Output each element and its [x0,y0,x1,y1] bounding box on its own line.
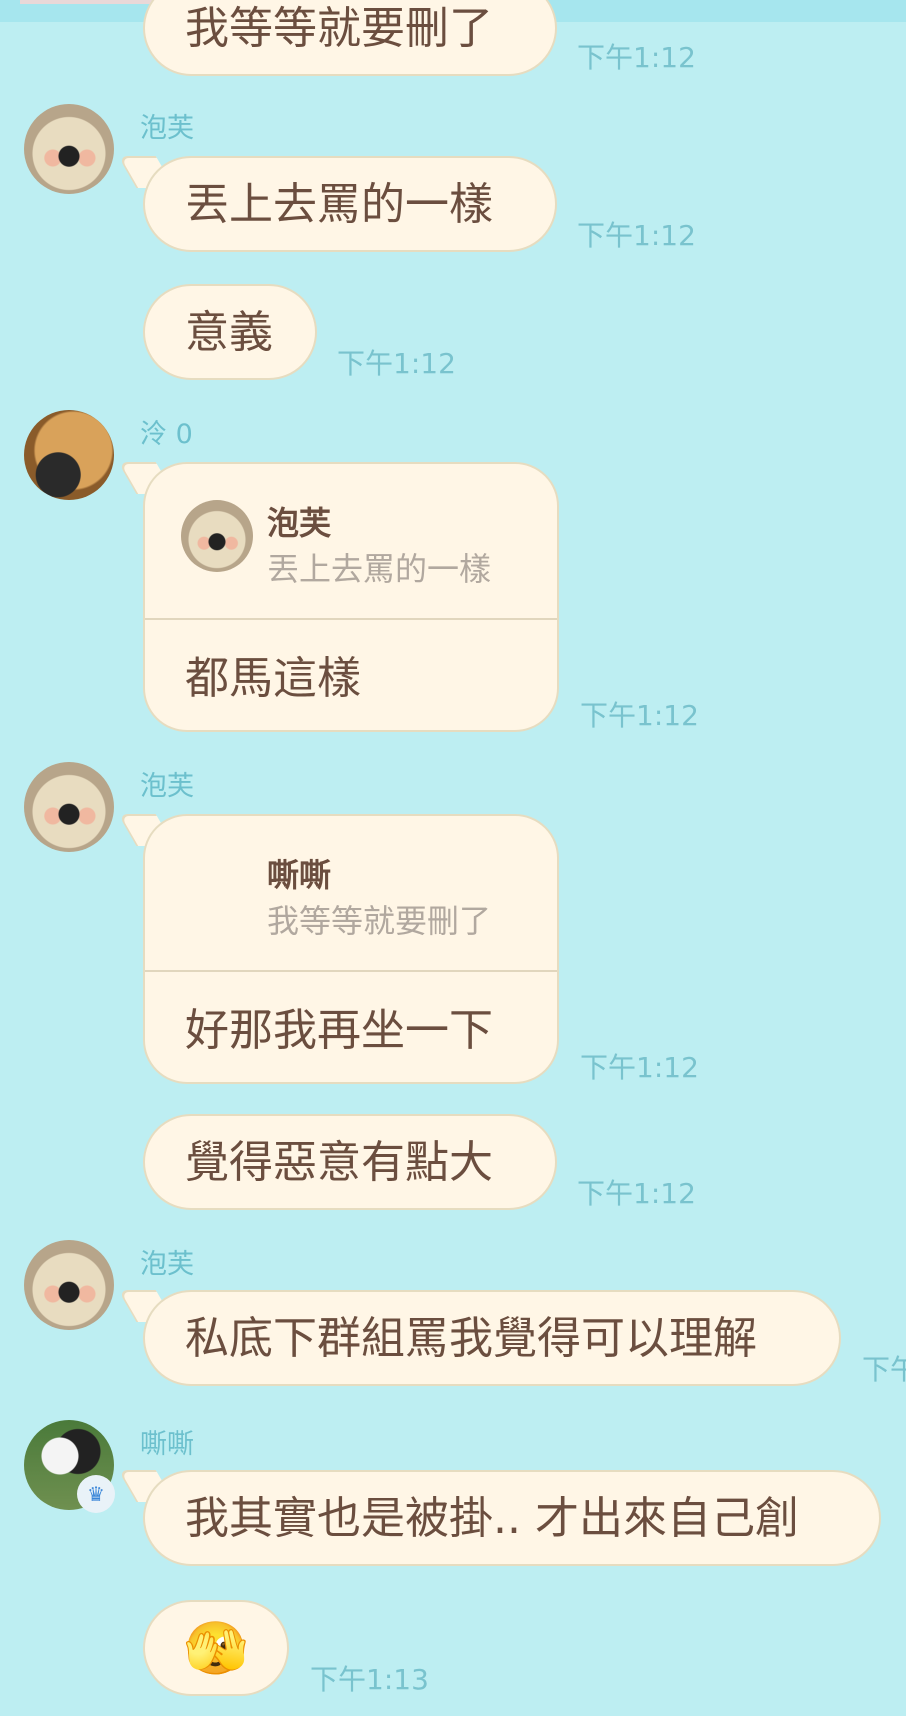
reply-divider [145,618,557,620]
sender-name: 泠 0 [140,419,193,450]
message-text: 好那我再坐一下 [185,1005,493,1056]
quoted-text: 丟上去罵的一樣 [267,550,492,588]
emoji-bubble[interactable]: 🫣 [143,1600,289,1696]
quoted-sender: 泡芙 [267,504,332,542]
message-time: 下午1:12 [580,1051,699,1084]
quoted-avatar [181,500,253,572]
message-time: 下午1:12 [577,219,696,252]
message-text: 意義 [185,307,273,358]
reply-message-bubble[interactable]: 嘶嘶 我等等就要刪了 好那我再坐一下 [143,814,559,1084]
sender-name: 泡芙 [140,1249,194,1280]
message-time: 下午1:12 [577,1177,696,1210]
reply-message-bubble[interactable]: 泡芙 丟上去罵的一樣 都馬這樣 [143,462,559,732]
crown-badge-icon: ♛ [77,1475,115,1513]
message-bubble[interactable]: 我其實也是被掛.. 才出來自己創 [143,1470,881,1566]
message-text: 我其實也是被掛.. 才出來自己創 [185,1493,799,1544]
message-bubble[interactable]: 覺得惡意有點大 [143,1114,557,1210]
quoted-avatar [181,852,253,924]
message-time: 下午1:12 [577,41,696,74]
message-bubble[interactable]: 我等等就要刪了 [143,0,557,76]
message-bubble[interactable]: 私底下群組罵我覺得可以理解 [143,1290,841,1386]
message-text: 丟上去罵的一樣 [185,179,493,230]
sender-name: 嘶嘶 [140,1429,194,1460]
quoted-sender: 嘶嘶 [267,856,332,894]
avatar[interactable] [24,104,114,194]
message-time: 下午1:12 [337,347,456,380]
message-text: 私底下群組罵我覺得可以理解 [185,1313,757,1364]
reply-divider [145,970,557,972]
sender-name: 泡芙 [140,113,194,144]
avatar[interactable] [24,1240,114,1330]
peeking-face-emoji: 🫣 [183,1619,249,1679]
message-bubble[interactable]: 丟上去罵的一樣 [143,156,557,252]
avatar[interactable] [24,762,114,852]
avatar[interactable] [24,410,114,500]
message-time: 下午1:12 [580,699,699,732]
message-text: 都馬這樣 [185,653,361,704]
sender-name: 泡芙 [140,771,194,802]
message-text: 覺得惡意有點大 [185,1137,493,1188]
message-text: 我等等就要刪了 [185,3,493,54]
message-time: 下午 [862,1353,906,1386]
message-bubble[interactable]: 意義 [143,284,317,380]
quoted-text: 我等等就要刪了 [267,902,492,940]
message-time: 下午1:13 [310,1663,429,1696]
